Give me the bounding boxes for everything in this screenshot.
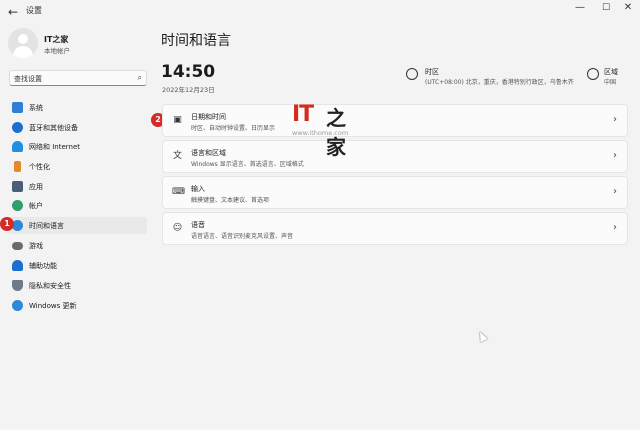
current-date: 2022年12月23日 (162, 86, 215, 94)
search-input[interactable]: 查找设置 ⌕ (9, 70, 147, 86)
brush-icon (14, 161, 21, 172)
card-subtitle: 时区、自动时钟设置、日历显示 (191, 125, 276, 132)
card-subtitle: 语音语言、语音识别麦克风设置、声音 (191, 233, 294, 240)
page-title: 时间和语言 (161, 33, 231, 49)
account-type: 本地帐户 (44, 47, 70, 55)
chevron-right-icon: › (613, 150, 617, 161)
card-speech[interactable]: ☺ 语音 语音语言、语音识别麦克风设置、声音 › (162, 212, 628, 245)
app-title: 设置 (26, 6, 42, 15)
search-icon[interactable]: ⌕ (138, 73, 142, 83)
sidebar-item-label: 蓝牙和其他设备 (29, 124, 78, 132)
watermark-logo: IT (292, 102, 314, 127)
timezone-icon (406, 68, 418, 80)
card-title: 日期和时间 (191, 113, 226, 121)
close-button[interactable]: ✕ (616, 0, 640, 18)
sidebar-item-windows-update[interactable]: Windows 更新 (8, 297, 147, 314)
card-title: 语音 (191, 221, 205, 229)
sidebar-item-accessibility[interactable]: 辅助功能 (8, 257, 147, 274)
monitor-icon (12, 102, 23, 113)
timezone-label: 时区 (425, 68, 439, 76)
sidebar-item-accounts[interactable]: 帐户 (8, 197, 147, 214)
card-date-time[interactable]: ▣ 日期和时间 时区、自动时钟设置、日历显示 › (162, 104, 628, 137)
chevron-right-icon: › (613, 222, 617, 233)
accessibility-icon (12, 260, 23, 271)
sidebar-item-label: 帐户 (29, 202, 43, 210)
sidebar-item-label: Windows 更新 (29, 302, 77, 310)
sidebar-item-system[interactable]: 系统 (8, 99, 147, 116)
card-title: 输入 (191, 185, 205, 193)
sidebar-item-gaming[interactable]: 游戏 (8, 237, 147, 254)
user-name: IT之家 (44, 35, 69, 44)
sidebar-item-privacy[interactable]: 隐私和安全性 (8, 277, 147, 294)
sidebar-item-label: 网络和 Internet (29, 143, 81, 151)
wifi-icon (12, 141, 23, 152)
timezone-value: (UTC+08:00) 北京，重庆，香港特别行政区，乌鲁木齐 (425, 79, 574, 86)
shield-icon (12, 280, 23, 291)
sidebar-item-time-language[interactable]: 时间和语言 (8, 217, 147, 234)
annotation-badge-1: 1 (0, 217, 14, 231)
chevron-right-icon: › (613, 114, 617, 125)
minimize-button[interactable]: — (568, 0, 592, 18)
card-language-region[interactable]: 文 语言和区域 Windows 显示语言、首选语言、区域格式 › (162, 140, 628, 173)
globe-icon (587, 68, 599, 80)
bluetooth-icon (12, 122, 23, 133)
region-value: 中国 (604, 79, 617, 86)
language-icon: 文 (172, 151, 182, 161)
sidebar-item-label: 个性化 (29, 163, 50, 171)
account-icon (12, 200, 23, 211)
sidebar-item-network[interactable]: 网络和 Internet (8, 138, 147, 155)
apps-icon (12, 181, 23, 192)
sidebar-item-label: 应用 (29, 183, 43, 191)
back-button[interactable]: ← (4, 3, 22, 21)
watermark: IT 之家 www.ithome.com (292, 102, 358, 159)
card-typing[interactable]: ⌨ 输入 触摸键盘、文本建议、首选项 › (162, 176, 628, 209)
region-label: 区域 (604, 68, 618, 76)
keyboard-icon: ⌨ (172, 187, 185, 197)
watermark-url: www.ithome.com (292, 129, 349, 137)
card-subtitle: Windows 显示语言、首选语言、区域格式 (191, 161, 304, 168)
sidebar-item-label: 辅助功能 (29, 262, 57, 270)
search-placeholder: 查找设置 (14, 75, 42, 83)
title-bar: ← 设置 — ☐ ✕ (0, 0, 640, 24)
sidebar-item-apps[interactable]: 应用 (8, 178, 147, 195)
sidebar-item-label: 游戏 (29, 242, 43, 250)
sidebar-item-bluetooth[interactable]: 蓝牙和其他设备 (8, 119, 147, 136)
gamepad-icon (12, 242, 23, 250)
mouse-cursor-icon (476, 329, 488, 343)
calendar-clock-icon: ▣ (173, 115, 182, 125)
card-title: 语言和区域 (191, 149, 226, 157)
sidebar-item-label: 系统 (29, 104, 43, 112)
speech-icon: ☺ (172, 223, 183, 233)
sidebar-item-label: 隐私和安全性 (29, 282, 71, 290)
maximize-button[interactable]: ☐ (594, 0, 618, 18)
sidebar-item-personalization[interactable]: 个性化 (8, 158, 147, 175)
avatar (8, 28, 38, 58)
sidebar-item-label: 时间和语言 (29, 222, 64, 230)
card-subtitle: 触摸键盘、文本建议、首选项 (191, 197, 270, 204)
user-profile[interactable]: IT之家 本地帐户 (8, 28, 153, 62)
update-icon (12, 300, 23, 311)
chevron-right-icon: › (613, 186, 617, 197)
current-time: 14:50 (161, 62, 216, 82)
